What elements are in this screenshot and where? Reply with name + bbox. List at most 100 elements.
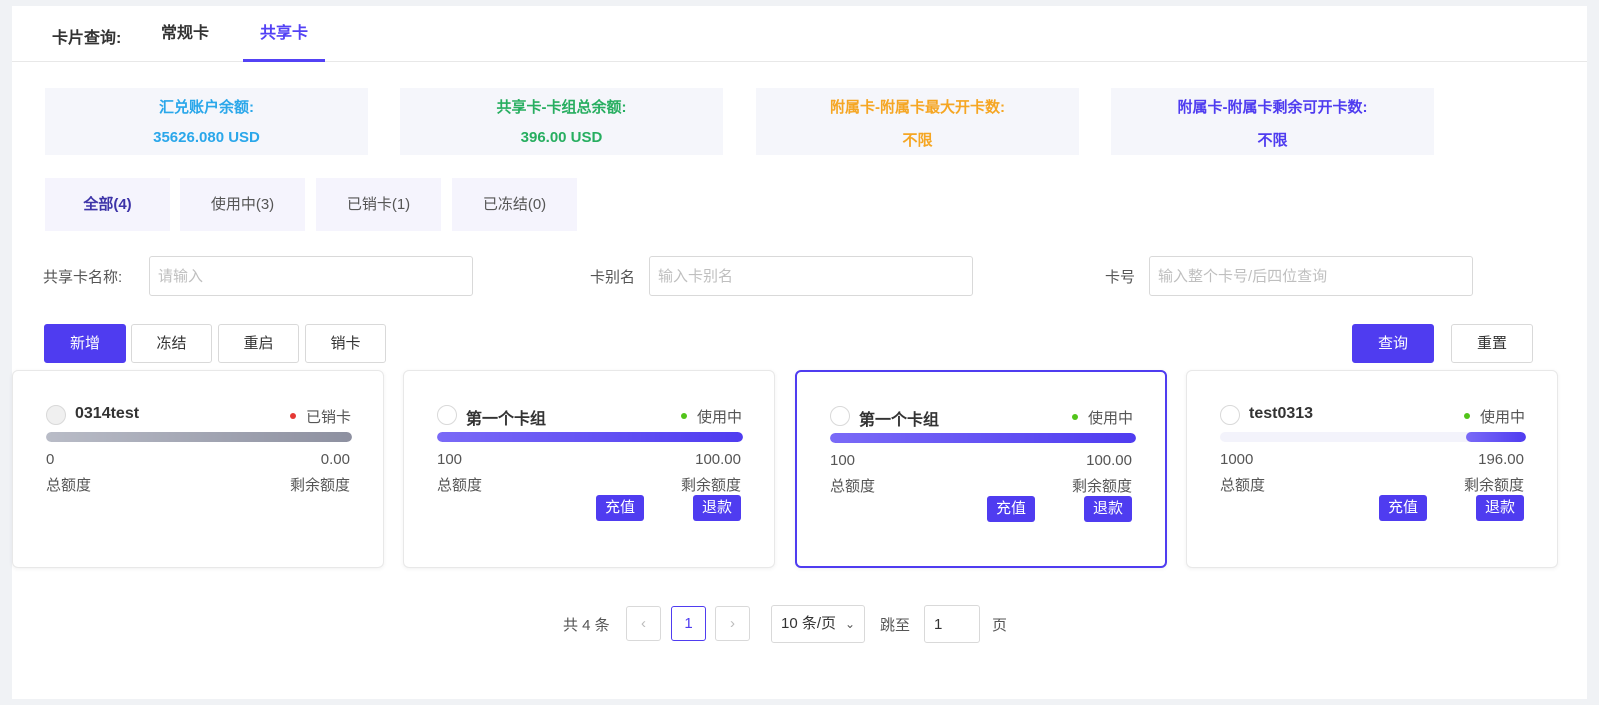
balance-bar bbox=[437, 432, 743, 442]
card-status: 使用中 bbox=[680, 406, 742, 427]
query-button[interactable]: 查询 bbox=[1352, 324, 1434, 363]
pagination-total: 共 4 条 bbox=[563, 617, 610, 634]
remaining-label: 剩余额度 bbox=[289, 477, 350, 494]
total-label: 总额度 bbox=[830, 478, 876, 495]
tab-prefix-label: 卡片查询: bbox=[52, 30, 122, 47]
balance-bar bbox=[830, 433, 1136, 443]
total-label: 总额度 bbox=[437, 477, 483, 494]
status-dot bbox=[1463, 413, 1470, 420]
page-size-select[interactable]: 10 条/页 ⌄ bbox=[771, 605, 865, 643]
card-name: 第一个卡组 bbox=[466, 411, 547, 428]
main-panel: 卡片查询: 常规卡 共享卡 汇兑账户余额: 35626.080 USD 共享卡-… bbox=[12, 6, 1587, 699]
recharge-button[interactable]: 充值 bbox=[1379, 495, 1427, 521]
remaining-value: 0.00 bbox=[320, 451, 350, 468]
card-status-text: 使用中 bbox=[1087, 410, 1133, 427]
card-status-text: 已销卡 bbox=[305, 409, 351, 426]
remaining-value: 100.00 bbox=[695, 451, 741, 468]
card-name: 第一个卡组 bbox=[859, 412, 940, 429]
filter-in-use[interactable]: 使用中(3) bbox=[180, 178, 305, 231]
add-button[interactable]: 新增 bbox=[44, 324, 126, 363]
alias-label: 卡别名 bbox=[590, 269, 636, 286]
card-name: test0313 bbox=[1249, 405, 1314, 422]
chevron-down-icon: ⌄ bbox=[844, 617, 855, 631]
stat-value: 396.00 USD bbox=[520, 129, 603, 146]
card-status: 使用中 bbox=[1463, 406, 1525, 427]
stat-exchange-balance: 汇兑账户余额: 35626.080 USD bbox=[45, 88, 368, 155]
reset-button[interactable]: 重置 bbox=[1451, 324, 1533, 363]
refund-button[interactable]: 退款 bbox=[1476, 495, 1524, 521]
total-value: 0 bbox=[46, 451, 55, 468]
active-tab-indicator bbox=[243, 59, 325, 62]
total-label: 总额度 bbox=[1220, 477, 1266, 494]
stat-value: 不限 bbox=[1257, 132, 1288, 149]
card-status-text: 使用中 bbox=[696, 409, 742, 426]
tab-shared-card[interactable]: 共享卡 bbox=[243, 6, 325, 62]
freeze-button[interactable]: 冻结 bbox=[131, 324, 212, 363]
card-item[interactable]: test0313 使用中 1000 196.00 总额度 剩余额度 充值 退款 bbox=[1186, 370, 1558, 568]
refund-button[interactable]: 退款 bbox=[693, 495, 741, 521]
stat-label: 附属卡-附属卡剩余可开卡数: bbox=[1177, 99, 1368, 116]
stat-group-total-balance: 共享卡-卡组总余额: 396.00 USD bbox=[400, 88, 723, 155]
remaining-label: 剩余额度 bbox=[1463, 477, 1524, 494]
refund-button[interactable]: 退款 bbox=[1084, 496, 1132, 522]
chevron-left-icon: ‹ bbox=[641, 615, 646, 632]
total-value: 100 bbox=[437, 451, 463, 468]
card-select-radio[interactable] bbox=[1220, 405, 1240, 425]
stat-label: 汇兑账户余额: bbox=[159, 99, 254, 116]
card-select-radio[interactable] bbox=[830, 406, 850, 426]
next-page-button[interactable]: › bbox=[715, 606, 750, 641]
total-value: 100 bbox=[830, 452, 856, 469]
card-number-input[interactable] bbox=[1149, 256, 1473, 296]
recharge-button[interactable]: 充值 bbox=[987, 496, 1035, 522]
total-label: 总额度 bbox=[46, 477, 92, 494]
stat-value: 不限 bbox=[902, 132, 933, 149]
restart-button[interactable]: 重启 bbox=[218, 324, 299, 363]
card-status-text: 使用中 bbox=[1479, 409, 1525, 426]
card-status: 已销卡 bbox=[289, 406, 351, 427]
status-dot bbox=[1071, 414, 1078, 421]
recharge-button[interactable]: 充值 bbox=[596, 495, 644, 521]
jump-page-input[interactable] bbox=[924, 605, 980, 643]
status-dot bbox=[680, 413, 687, 420]
balance-bar-fill bbox=[1466, 432, 1526, 442]
balance-bar bbox=[46, 432, 352, 442]
chevron-right-icon: › bbox=[730, 615, 735, 632]
cancel-card-button[interactable]: 销卡 bbox=[305, 324, 386, 363]
balance-bar-fill bbox=[46, 432, 352, 442]
page-suffix-label: 页 bbox=[992, 617, 1008, 634]
stat-label: 共享卡-卡组总余额: bbox=[496, 99, 627, 116]
card-item[interactable]: 第一个卡组 使用中 100 100.00 总额度 剩余额度 充值 退款 bbox=[403, 370, 775, 568]
stat-remaining-sub-cards: 附属卡-附属卡剩余可开卡数: 不限 bbox=[1111, 88, 1434, 155]
tab-regular-card[interactable]: 常规卡 bbox=[150, 6, 220, 62]
remaining-label: 剩余额度 bbox=[1071, 478, 1132, 495]
card-status: 使用中 bbox=[1071, 407, 1133, 428]
prev-page-button[interactable]: ‹ bbox=[626, 606, 661, 641]
page-1-button[interactable]: 1 bbox=[671, 606, 706, 641]
filter-all[interactable]: 全部(4) bbox=[45, 178, 170, 231]
card-select-radio[interactable] bbox=[437, 405, 457, 425]
alias-input[interactable] bbox=[649, 256, 973, 296]
remaining-label: 剩余额度 bbox=[680, 477, 741, 494]
card-select-radio[interactable] bbox=[46, 405, 66, 425]
card-name: 0314test bbox=[75, 405, 140, 422]
filter-cancelled[interactable]: 已销卡(1) bbox=[316, 178, 441, 231]
page-scroll-gutter bbox=[1587, 0, 1599, 705]
stat-value: 35626.080 USD bbox=[153, 129, 260, 146]
page-size-value: 10 条/页 bbox=[781, 615, 837, 632]
filter-frozen[interactable]: 已冻结(0) bbox=[452, 178, 577, 231]
shared-name-label: 共享卡名称: bbox=[43, 269, 123, 286]
total-value: 1000 bbox=[1220, 451, 1254, 468]
remaining-value: 196.00 bbox=[1478, 451, 1524, 468]
card-item[interactable]: 0314test 已销卡 0 0.00 总额度 剩余额度 bbox=[12, 370, 384, 568]
remaining-value: 100.00 bbox=[1086, 452, 1132, 469]
shared-name-input[interactable] bbox=[149, 256, 473, 296]
balance-bar-fill bbox=[437, 432, 743, 442]
card-number-label: 卡号 bbox=[1105, 269, 1136, 286]
card-item[interactable]: 第一个卡组 使用中 100 100.00 总额度 剩余额度 充值 退款 bbox=[795, 370, 1167, 568]
balance-bar-fill bbox=[830, 433, 1136, 443]
status-dot bbox=[289, 413, 296, 420]
jump-label: 跳至 bbox=[880, 617, 911, 634]
card-type-tabs: 卡片查询: 常规卡 共享卡 bbox=[12, 6, 1587, 62]
stat-max-sub-cards: 附属卡-附属卡最大开卡数: 不限 bbox=[756, 88, 1079, 155]
balance-bar bbox=[1220, 432, 1526, 442]
